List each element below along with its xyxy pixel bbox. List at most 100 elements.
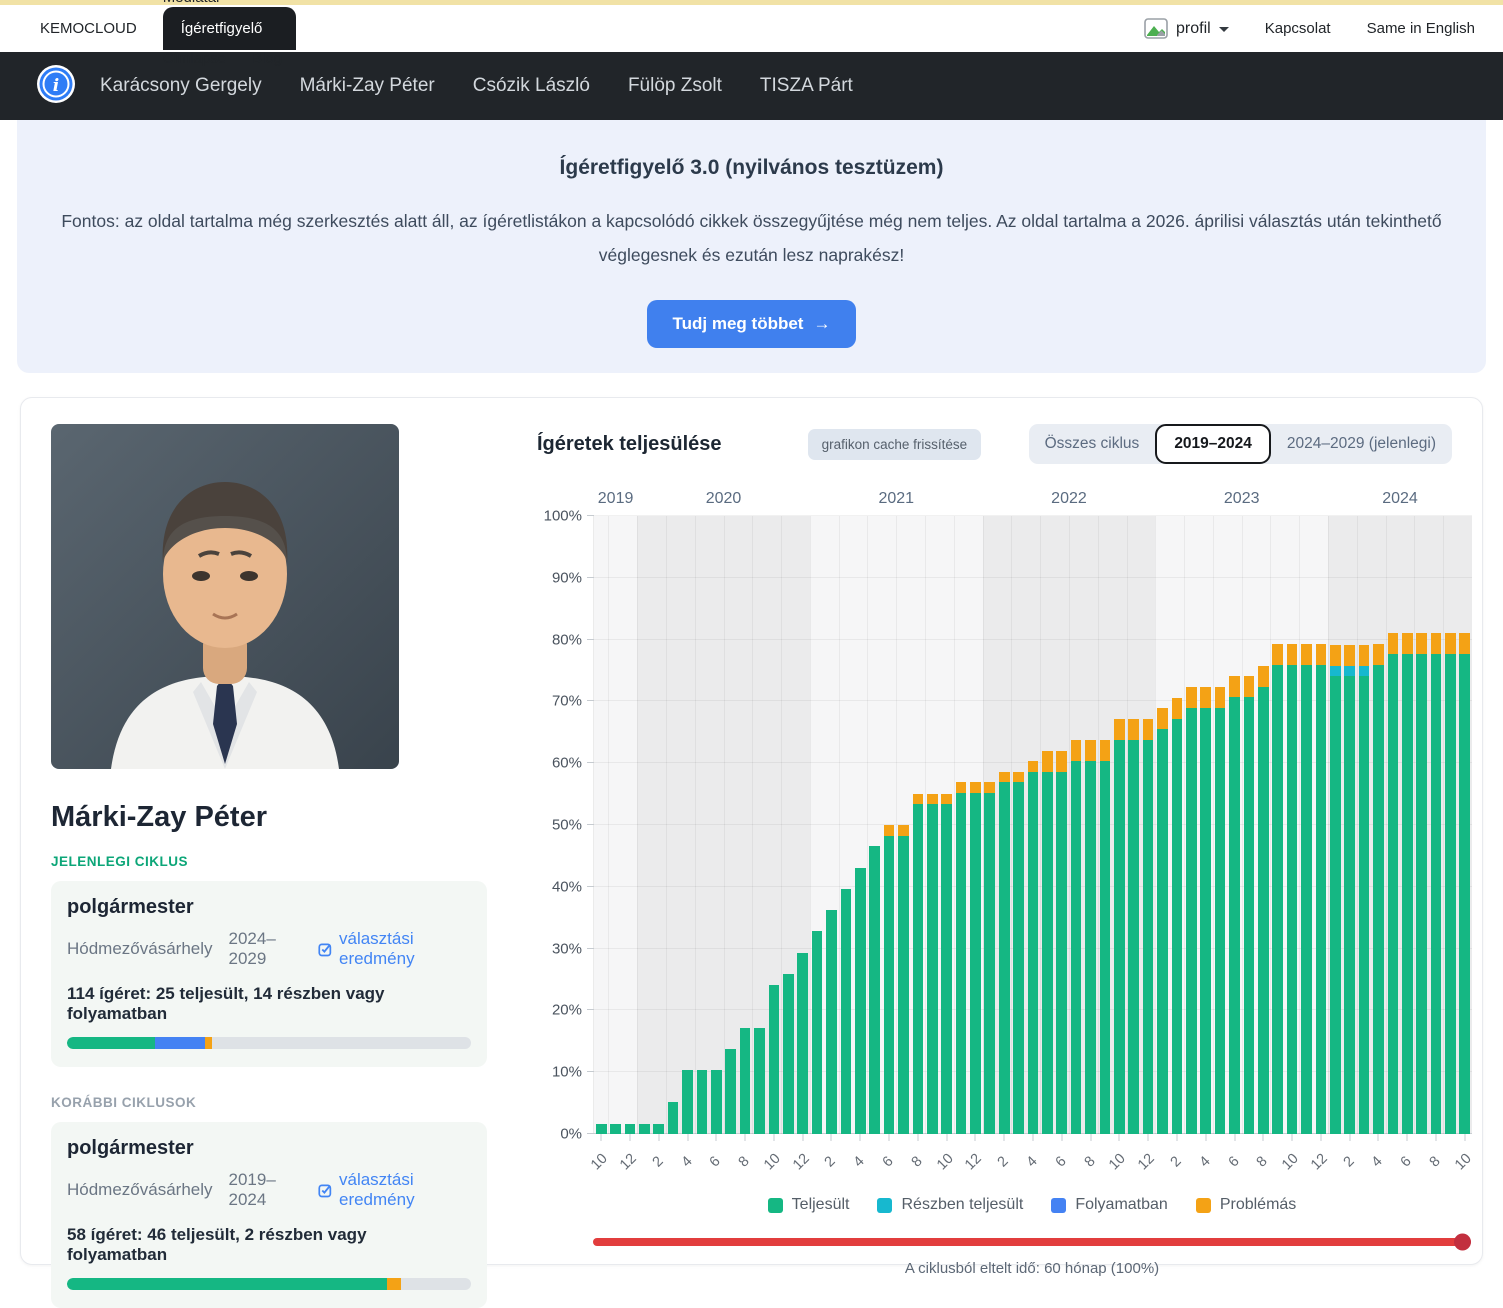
top-nav-right: profil Kapcsolat Same in English — [1144, 18, 1475, 39]
profile-column: Márki-Zay Péter JELENLEGI CIKLUS polgárm… — [51, 424, 487, 1238]
profile-menu[interactable]: profil — [1144, 18, 1229, 39]
chart-bar — [884, 825, 895, 1134]
top-navbar: KEMOCLOUD MédiatárÍgéretfigyelőCímlapseB… — [0, 5, 1503, 52]
x-axis-tick — [1320, 1134, 1321, 1141]
x-axis-label: 12 — [1135, 1151, 1158, 1174]
politician-link[interactable]: Csózik László — [473, 75, 590, 96]
legend-swatch — [1051, 1198, 1066, 1213]
time-slider[interactable] — [593, 1238, 1471, 1246]
legend-item: Problémás — [1196, 1196, 1296, 1214]
gridline-v — [925, 516, 926, 1134]
x-axis-tick — [716, 1134, 717, 1141]
checkbox-check-icon — [318, 1182, 332, 1199]
chart-bar — [682, 1070, 693, 1134]
x-axis-label: 10 — [934, 1151, 957, 1174]
chart-bar — [841, 889, 852, 1134]
gridline-v — [1184, 516, 1185, 1134]
x-axis-label: 8 — [1427, 1153, 1444, 1170]
progress-previous — [67, 1278, 471, 1290]
info-icon[interactable]: i — [36, 64, 76, 109]
cycle-tab[interactable]: 2024–2029 (jelenlegi) — [1271, 424, 1452, 464]
chart-bar — [1359, 645, 1370, 1134]
election-result-label: választási eredmény — [339, 929, 471, 969]
chart-bar — [1373, 644, 1384, 1134]
gridline-v — [1155, 516, 1156, 1134]
gridline-v — [954, 516, 955, 1134]
chart-bar — [725, 1049, 736, 1134]
position-title: polgármester — [67, 896, 471, 919]
chart-bar — [927, 794, 938, 1135]
politician-link[interactable]: Fülöp Zsolt — [628, 75, 722, 96]
gridline-v — [839, 516, 840, 1134]
top-nav-item[interactable]: Blog — [252, 50, 282, 67]
cycle-tab-group: Összes ciklus2019–20242024–2029 (jelenle… — [1029, 424, 1452, 464]
time-slider-caption: A ciklusból eltelt idő: 60 hónap (100%) — [593, 1260, 1471, 1277]
legend-swatch — [877, 1198, 892, 1213]
chart-bar — [1344, 645, 1355, 1134]
gridline-v — [1270, 516, 1271, 1134]
hero-title: Ígéretfigyelő 3.0 (nyilvános tesztüzem) — [17, 156, 1486, 180]
election-result-link[interactable]: választási eredmény — [318, 929, 472, 969]
x-axis-tick — [889, 1134, 890, 1141]
politician-link[interactable]: Márki-Zay Péter — [300, 75, 435, 96]
x-axis-label: 8 — [909, 1153, 926, 1170]
election-result-link[interactable]: választási eredmény — [318, 1170, 472, 1210]
x-axis-tick — [1436, 1134, 1437, 1141]
brand-kemocloud[interactable]: KEMOCLOUD — [40, 20, 137, 37]
x-axis-label: 2 — [1168, 1153, 1185, 1170]
y-axis-label: 90% — [552, 569, 582, 586]
chart-bar — [1200, 687, 1211, 1134]
x-axis-tick — [1119, 1134, 1120, 1141]
time-slider-knob[interactable] — [1454, 1234, 1471, 1251]
chart-bar — [941, 794, 952, 1135]
legend-label: Problémás — [1220, 1196, 1296, 1214]
politician-link[interactable]: Karácsony Gergely — [100, 75, 262, 96]
position-title: polgármester — [67, 1137, 471, 1160]
city-label: Hódmezővásárhely — [67, 1180, 213, 1200]
nav-item-language[interactable]: Same in English — [1367, 20, 1475, 37]
svg-text:i: i — [53, 76, 59, 96]
chart-legend: TeljesültRészben teljesültFolyamatbanPro… — [593, 1196, 1471, 1214]
top-nav-item[interactable]: Médiatár — [163, 0, 221, 6]
cycle-tab[interactable]: 2019–2024 — [1155, 424, 1271, 464]
x-axis-label: 12 — [617, 1151, 640, 1174]
chart-bar — [1071, 740, 1082, 1134]
x-axis-label: 4 — [678, 1153, 695, 1170]
x-axis-label: 8 — [736, 1153, 753, 1170]
hero-banner: Ígéretfigyelő 3.0 (nyilvános tesztüzem) … — [17, 120, 1486, 373]
gridline-v — [666, 516, 667, 1134]
chart-bar — [797, 953, 808, 1134]
chart-bar — [1186, 687, 1197, 1134]
time-slider-track[interactable] — [593, 1238, 1471, 1246]
y-axis-label: 50% — [552, 817, 582, 834]
x-axis-tick — [658, 1134, 659, 1141]
gridline-v — [1127, 516, 1128, 1134]
y-axis-tick — [587, 577, 594, 578]
chart-bar — [1172, 698, 1183, 1134]
x-axis-label: 8 — [1081, 1153, 1098, 1170]
y-axis-tick — [587, 639, 594, 640]
y-axis-tick — [587, 1071, 594, 1072]
refresh-cache-button[interactable]: grafikon cache frissítése — [808, 429, 982, 460]
nav-item-kapcsolat[interactable]: Kapcsolat — [1265, 20, 1331, 37]
cycle-tab[interactable]: Összes ciklus — [1029, 424, 1156, 464]
chart-bar — [970, 782, 981, 1134]
legend-label: Részben teljesült — [901, 1196, 1023, 1214]
x-axis-label: 12 — [790, 1151, 813, 1174]
previous-cycle-card: polgármester Hódmezővásárhely 2019–2024 … — [51, 1122, 487, 1308]
gridline-h — [594, 639, 1472, 640]
learn-more-button[interactable]: Tudj meg többet → — [647, 300, 857, 348]
gridline-v — [1098, 516, 1099, 1134]
top-nav-item[interactable]: Címlapse — [163, 50, 226, 67]
y-axis-label: 0% — [560, 1126, 582, 1143]
top-nav-item[interactable]: Ígéretfigyelő — [163, 7, 296, 50]
chart-bar — [596, 1124, 607, 1135]
legend-label: Folyamatban — [1075, 1196, 1168, 1214]
x-axis-label: 4 — [1369, 1153, 1386, 1170]
legend-item: Folyamatban — [1051, 1196, 1168, 1214]
chart-bar — [769, 985, 780, 1134]
chart-panel: Ígéretek teljesülése grafikon cache fris… — [537, 424, 1452, 1238]
x-axis-label: 10 — [588, 1151, 611, 1174]
x-axis-tick — [1061, 1134, 1062, 1141]
politician-link[interactable]: TISZA Párt — [760, 75, 853, 96]
